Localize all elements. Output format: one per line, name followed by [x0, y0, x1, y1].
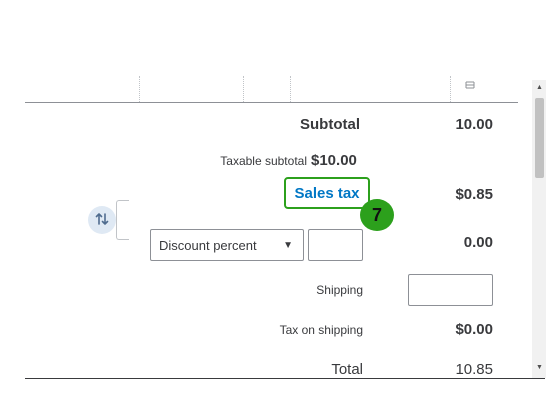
swap-bracket	[116, 200, 129, 240]
discount-value: 0.00	[463, 234, 493, 251]
scroll-down-icon[interactable]: ▼	[535, 364, 544, 372]
subtotal-value: 10.00	[455, 116, 493, 133]
tax-on-shipping-value: $0.00	[455, 321, 493, 338]
subtotal-label: Subtotal	[300, 116, 360, 133]
scrollbar-thumb[interactable]	[535, 98, 544, 178]
column-divider	[290, 76, 291, 102]
discount-type-value: Discount percent	[159, 237, 257, 253]
total-label: Total	[331, 361, 363, 378]
column-divider	[139, 76, 140, 102]
column-divider	[243, 76, 244, 102]
line-items-table-bottom	[25, 76, 518, 103]
scroll-up-icon[interactable]: ▲	[535, 84, 544, 92]
total-value: 10.85	[455, 361, 493, 378]
chevron-down-icon: ▼	[283, 240, 293, 251]
taxable-subtotal-label: Taxable subtotal	[220, 154, 307, 168]
swap-arrows-icon	[95, 212, 109, 228]
shipping-input[interactable]	[408, 274, 493, 306]
taxable-subtotal-value: $10.00	[311, 152, 357, 169]
sales-tax-button[interactable]: Sales tax	[284, 177, 370, 209]
column-settings-icon[interactable]	[465, 80, 475, 93]
column-divider	[450, 76, 451, 102]
bottom-divider	[25, 378, 545, 379]
discount-type-select[interactable]: Discount percent ▼	[150, 229, 304, 261]
discount-amount-input[interactable]	[308, 229, 363, 261]
tax-on-shipping-label: Tax on shipping	[279, 323, 363, 337]
sales-tax-value: $0.85	[455, 186, 493, 203]
swap-order-button[interactable]	[88, 206, 116, 234]
shipping-label: Shipping	[316, 283, 363, 297]
step-badge: 7	[360, 199, 394, 231]
